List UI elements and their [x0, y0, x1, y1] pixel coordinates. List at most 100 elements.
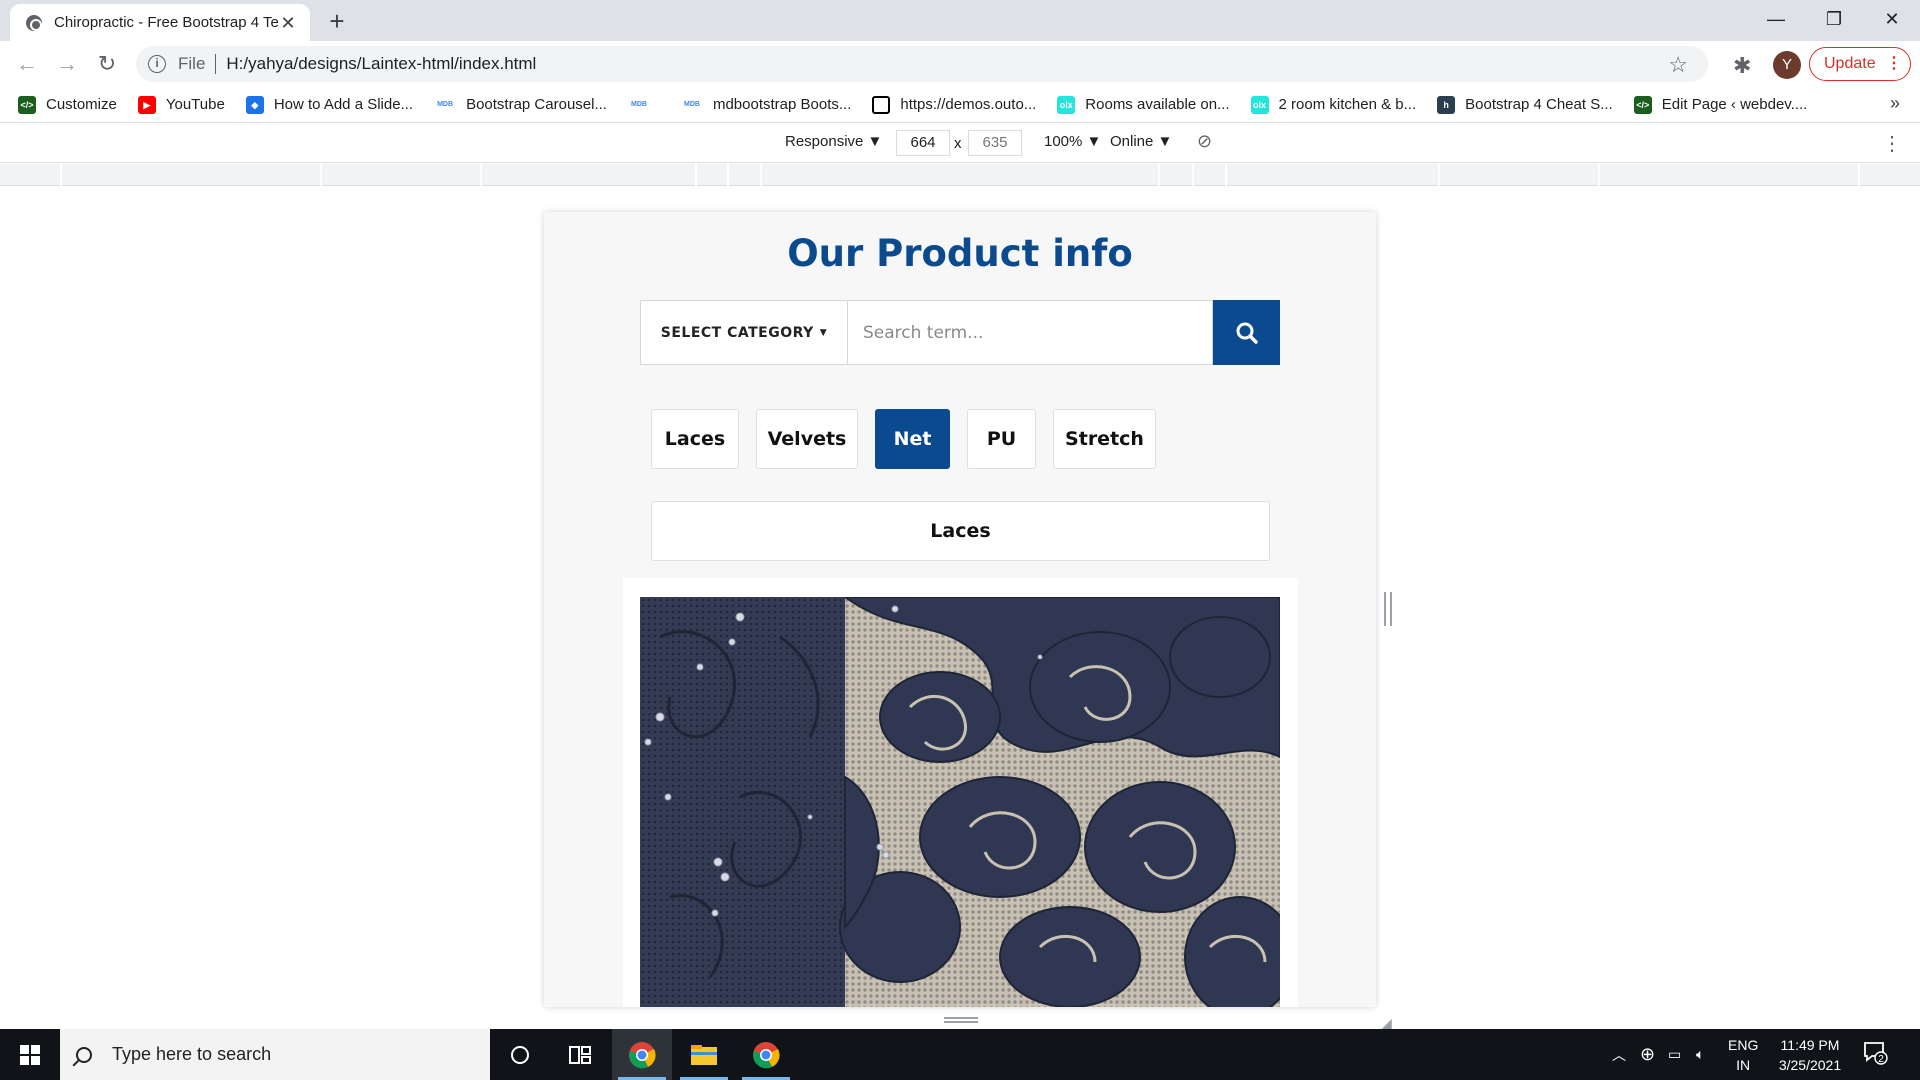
- category-velvets-button[interactable]: Velvets: [756, 409, 858, 469]
- bookmark-label: YouTube: [165, 96, 225, 113]
- notification-center-icon[interactable]: 2: [1862, 1039, 1892, 1069]
- lace-fabric-image[interactable]: [640, 597, 1280, 1007]
- taskbar-search-placeholder: Type here to search: [112, 1044, 272, 1064]
- device-select[interactable]: Responsive ▼: [785, 133, 882, 150]
- bookmark-star-icon[interactable]: ☆: [1668, 52, 1688, 78]
- dimension-separator: x: [954, 135, 962, 152]
- chrome-taskbar-icon[interactable]: [612, 1029, 672, 1080]
- bookmark-label: Customize: [46, 96, 117, 113]
- bookmark-item[interactable]: https://demos.outo...: [872, 95, 1037, 114]
- profile-avatar[interactable]: Y: [1773, 51, 1801, 79]
- page-title: Our Product info: [787, 232, 1133, 275]
- bookmark-item[interactable]: </> Edit Page ‹ webdev....: [1633, 95, 1807, 114]
- device-menu-icon[interactable]: ⋮: [1882, 131, 1902, 156]
- h-icon: h: [1437, 95, 1456, 114]
- viewport-resize-handle-bottom[interactable]: [944, 1017, 978, 1023]
- close-window-button[interactable]: ✕: [1864, 0, 1920, 41]
- bookmark-label: https://demos.outo...: [900, 96, 1037, 113]
- language-indicator[interactable]: ENG IN: [1728, 1035, 1758, 1075]
- bookmark-item[interactable]: olx Rooms available on...: [1057, 95, 1230, 114]
- bookmark-label: Rooms available on...: [1085, 96, 1230, 113]
- bookmarks-bar: </> Customize ▶ YouTube ◆ How to Add a Slide.…: [0, 87, 1920, 123]
- code-icon: </>: [1633, 95, 1652, 114]
- bookmark-item[interactable]: MDB Bootstrap Carousel...: [434, 96, 607, 114]
- minimize-button[interactable]: —: [1748, 0, 1804, 41]
- zoom-select[interactable]: 100% ▼: [1044, 133, 1101, 150]
- url-scheme: File: [178, 54, 206, 73]
- search-button[interactable]: [1213, 300, 1280, 365]
- menu-dots-icon[interactable]: ⋮: [1886, 48, 1902, 80]
- address-bar[interactable]: i File H:/yahya/designs/Laintex-html/ind…: [136, 46, 1708, 82]
- bookmark-label: 2 room kitchen & b...: [1278, 96, 1417, 113]
- tab-title: Chiropractic - Free Bootstrap 4 Te: [54, 14, 278, 31]
- clock-date: 3/25/2021: [1778, 1057, 1842, 1073]
- chrome-taskbar-icon-2[interactable]: [736, 1029, 796, 1080]
- media-query-bar[interactable]: [0, 164, 1920, 186]
- product-card: [623, 578, 1298, 1007]
- viewport-height-input[interactable]: 635: [968, 130, 1022, 156]
- caret-down-icon: ▼: [819, 327, 828, 338]
- search-input[interactable]: [848, 300, 1213, 365]
- mdb-icon: MDB: [437, 100, 454, 108]
- update-label: Update: [1824, 55, 1876, 72]
- task-view-icon[interactable]: [550, 1029, 610, 1080]
- olx-icon: olx: [1250, 95, 1269, 114]
- close-tab-icon[interactable]: ✕: [278, 13, 298, 33]
- globe-icon: [26, 14, 42, 31]
- bookmark-label: How to Add a Slide...: [273, 96, 414, 113]
- mdb-icon: MDB: [630, 100, 647, 108]
- search-icon: [76, 1046, 92, 1063]
- forward-button[interactable]: →: [52, 49, 82, 79]
- emulated-viewport: Our Product info SELECT CATEGORY ▼ Laces…: [544, 212, 1376, 1007]
- device-toolbar: Responsive ▼ 664 x 635 100% ▼ Online ▼ ⊘…: [0, 123, 1920, 163]
- reload-button[interactable]: ↻: [92, 49, 122, 79]
- start-button[interactable]: [0, 1029, 60, 1080]
- subcategory-heading[interactable]: Laces: [651, 501, 1270, 561]
- bookmark-item[interactable]: ▶ YouTube: [137, 95, 225, 114]
- info-icon[interactable]: i: [148, 55, 166, 73]
- volume-icon[interactable]: 🔈︎: [1696, 1029, 1704, 1080]
- bookmark-item[interactable]: MDB mdbootstrap Boots...: [681, 96, 851, 114]
- taskbar-search-box[interactable]: Type here to search: [60, 1029, 490, 1080]
- square-icon: [872, 95, 891, 114]
- extensions-puzzle-icon[interactable]: ✱: [1733, 53, 1751, 79]
- cortana-icon[interactable]: [490, 1029, 550, 1080]
- bookmark-item[interactable]: MDB: [628, 96, 660, 114]
- battery-icon[interactable]: ▭: [1668, 1029, 1681, 1080]
- restore-button[interactable]: ❐: [1806, 0, 1862, 41]
- show-hidden-icons[interactable]: ︿: [1612, 1029, 1626, 1080]
- bookmark-label: mdbootstrap Boots...: [712, 96, 852, 113]
- clock-time: 11:49 PM: [1780, 1037, 1840, 1053]
- bookmark-label: Bootstrap Carousel...: [466, 96, 607, 113]
- file-explorer-icon[interactable]: [674, 1029, 734, 1080]
- windows-taskbar: Type here to search ︿ ⊕ ▭ 🔈︎ ENG IN 11:4…: [0, 1029, 1920, 1080]
- code-icon: </>: [18, 95, 36, 114]
- bookmark-item[interactable]: olx 2 room kitchen & b...: [1250, 95, 1417, 114]
- bookmarks-overflow-button[interactable]: »: [1890, 93, 1900, 114]
- olx-icon: olx: [1057, 95, 1076, 114]
- network-icon[interactable]: ⊕: [1640, 1029, 1655, 1080]
- category-net-button[interactable]: Net: [875, 409, 950, 469]
- mdb-icon: MDB: [683, 100, 700, 108]
- select-category-label: SELECT CATEGORY: [660, 324, 814, 341]
- category-stretch-button[interactable]: Stretch: [1053, 409, 1156, 469]
- category-pu-button[interactable]: PU: [967, 409, 1036, 469]
- rotate-icon[interactable]: ⊘: [1197, 131, 1212, 152]
- viewport-width-input[interactable]: 664: [896, 130, 950, 156]
- bookmark-item[interactable]: h Bootstrap 4 Cheat S...: [1437, 95, 1613, 114]
- browser-tab[interactable]: Chiropractic - Free Bootstrap 4 Te ✕: [10, 4, 310, 41]
- new-tab-button[interactable]: +: [322, 6, 352, 36]
- url-text[interactable]: H:/yahya/designs/Laintex-html/index.html: [226, 54, 536, 74]
- system-clock[interactable]: 11:49 PM 3/25/2021: [1770, 1035, 1850, 1075]
- bookmark-label: Bootstrap 4 Cheat S...: [1465, 96, 1613, 113]
- select-category-dropdown[interactable]: SELECT CATEGORY ▼: [640, 300, 848, 365]
- bookmark-item[interactable]: ◆ How to Add a Slide...: [245, 95, 414, 114]
- back-button[interactable]: ←: [12, 49, 42, 79]
- bookmark-item[interactable]: </> Customize: [18, 95, 117, 114]
- devtools-canvas: Our Product info SELECT CATEGORY ▼ Laces…: [0, 186, 1920, 1031]
- viewport-resize-handle-right[interactable]: [1384, 592, 1392, 626]
- browser-toolbar: ← → ↻ i File H:/yahya/designs/Laintex-ht…: [0, 41, 1920, 87]
- category-laces-button[interactable]: Laces: [651, 409, 739, 469]
- network-throttle-select[interactable]: Online ▼: [1110, 133, 1172, 150]
- update-button[interactable]: Update ⋮: [1809, 47, 1911, 81]
